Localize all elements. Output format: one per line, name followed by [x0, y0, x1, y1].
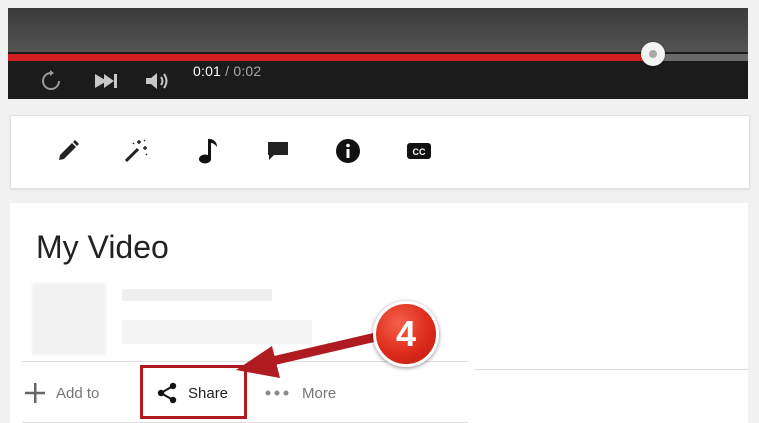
more-dots-icon [265, 390, 289, 396]
progress-bar-played [8, 54, 654, 61]
subscribe-area-blurred [122, 320, 312, 344]
channel-name-blurred [122, 289, 272, 301]
divider [475, 369, 748, 370]
progress-scrubber-handle[interactable] [641, 42, 666, 66]
more-label: More [302, 384, 337, 402]
enhance-pencil-icon[interactable] [53, 136, 83, 166]
progress-bar[interactable] [8, 54, 748, 61]
annotations-icon[interactable] [263, 136, 293, 166]
player-controls [8, 64, 748, 99]
action-bar: Add to Share More [22, 361, 468, 423]
more-button[interactable]: More [264, 381, 336, 405]
svg-text:CC: CC [413, 147, 426, 157]
magic-wand-icon[interactable] [121, 136, 151, 166]
add-to-label: Add to [56, 384, 100, 402]
subtitles-cc-icon[interactable]: CC [404, 136, 434, 166]
add-to-button[interactable]: Add to [24, 381, 99, 405]
volume-icon[interactable] [144, 68, 174, 94]
info-icon[interactable] [333, 136, 363, 166]
share-highlight-box [140, 365, 247, 419]
video-title: My Video [36, 229, 169, 265]
next-icon[interactable] [92, 68, 120, 94]
channel-avatar-blurred [32, 283, 106, 355]
replay-icon[interactable] [38, 68, 64, 94]
plus-icon [25, 383, 45, 403]
edit-toolbar: CC [10, 115, 750, 189]
video-player[interactable] [8, 8, 748, 99]
audio-note-icon[interactable] [193, 136, 223, 166]
video-frame[interactable] [8, 8, 748, 52]
time-display: 0:01 / 0:02 [193, 63, 261, 79]
step-number-badge: 4 [373, 301, 439, 367]
time-separator: / [225, 63, 230, 79]
duration: 0:02 [233, 63, 262, 79]
current-time: 0:01 [193, 63, 222, 79]
